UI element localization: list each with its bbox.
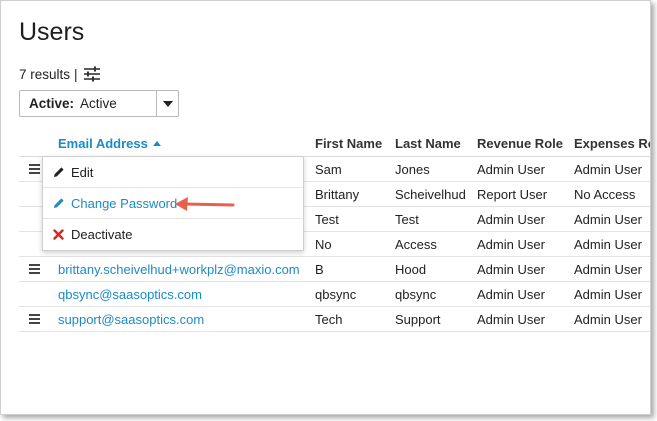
last-name-cell: Jones bbox=[395, 162, 430, 177]
first-name-cell: Sam bbox=[315, 162, 342, 177]
expenses-role-cell: Admin User bbox=[574, 287, 642, 302]
first-name-cell: qbsync bbox=[315, 287, 357, 302]
status-filter-select[interactable]: Active: Active bbox=[19, 90, 179, 117]
expenses-role-cell: Admin User bbox=[574, 262, 642, 277]
menu-item-label: Change Password bbox=[71, 195, 178, 211]
table-header: Email Address First Name Last Name Reven… bbox=[19, 131, 650, 157]
first-name-cell: No bbox=[315, 237, 332, 252]
row-menu-icon[interactable] bbox=[29, 314, 40, 324]
first-name-cell: Test bbox=[315, 212, 339, 227]
column-header-last-name[interactable]: Last Name bbox=[395, 136, 461, 151]
revenue-role-cell: Report User bbox=[477, 187, 548, 202]
expenses-role-cell: No Access bbox=[574, 187, 636, 202]
revenue-role-cell: Admin User bbox=[477, 312, 545, 327]
expenses-role-cell: Admin User bbox=[574, 212, 642, 227]
status-filter-value: Active bbox=[80, 96, 117, 111]
first-name-cell: Brittany bbox=[315, 187, 360, 202]
sort-ascending-icon bbox=[152, 141, 161, 146]
menu-item-deactivate[interactable]: Deactivate bbox=[43, 219, 303, 250]
email-link[interactable]: support@saasoptics.com bbox=[58, 312, 204, 327]
chevron-down-icon[interactable] bbox=[156, 91, 178, 116]
last-name-cell: qbsync bbox=[395, 287, 437, 302]
expenses-role-cell: Admin User bbox=[574, 237, 642, 252]
revenue-role-cell: Admin User bbox=[477, 262, 545, 277]
menu-item-edit[interactable]: Edit bbox=[43, 157, 303, 188]
table-row: support@saasoptics.com Tech Support Admi… bbox=[19, 307, 650, 332]
first-name-cell: Tech bbox=[315, 312, 343, 327]
row-menu-icon[interactable] bbox=[29, 264, 40, 274]
users-page: Users 7 results | Active: Active Email A… bbox=[0, 0, 651, 415]
expenses-role-cell: Admin User bbox=[574, 312, 642, 327]
last-name-cell: Scheivelhud bbox=[395, 187, 466, 202]
annotation-arrow-icon bbox=[175, 197, 235, 211]
page-title: Users bbox=[19, 18, 85, 46]
email-link[interactable]: qbsync@saasoptics.com bbox=[58, 287, 202, 302]
table-row: qbsync@saasoptics.com qbsync qbsync Admi… bbox=[19, 282, 650, 307]
revenue-role-cell: Admin User bbox=[477, 212, 545, 227]
status-filter-label: Active: bbox=[29, 96, 75, 111]
menu-item-label: Edit bbox=[71, 164, 94, 180]
column-header-revenue-role[interactable]: Revenue Role bbox=[477, 136, 563, 151]
filter-sliders-icon[interactable] bbox=[83, 66, 101, 82]
column-header-first-name[interactable]: First Name bbox=[315, 136, 382, 151]
results-separator: | bbox=[74, 66, 78, 82]
x-icon bbox=[53, 229, 67, 240]
revenue-role-cell: Admin User bbox=[477, 162, 545, 177]
last-name-cell: Support bbox=[395, 312, 441, 327]
last-name-cell: Hood bbox=[395, 262, 427, 277]
last-name-cell: Test bbox=[395, 212, 419, 227]
revenue-role-cell: Admin User bbox=[477, 287, 545, 302]
email-link[interactable]: brittany.scheivelhud+workplz@maxio.com bbox=[58, 262, 300, 277]
table-row: brittany.scheivelhud+workplz@maxio.com B… bbox=[19, 257, 650, 282]
expenses-role-cell: Admin User bbox=[574, 162, 642, 177]
first-name-cell: B bbox=[315, 262, 324, 277]
pencil-icon bbox=[53, 166, 67, 178]
menu-item-label: Deactivate bbox=[71, 227, 133, 242]
column-header-expenses-role[interactable]: Expenses Ro bbox=[574, 136, 650, 151]
revenue-role-cell: Admin User bbox=[477, 237, 545, 252]
pencil-icon bbox=[53, 197, 67, 209]
results-count: 7 results bbox=[19, 66, 71, 82]
row-menu-icon[interactable] bbox=[29, 164, 40, 174]
last-name-cell: Access bbox=[395, 237, 437, 252]
results-bar: 7 results | bbox=[19, 66, 101, 82]
column-header-email[interactable]: Email Address bbox=[58, 136, 161, 151]
